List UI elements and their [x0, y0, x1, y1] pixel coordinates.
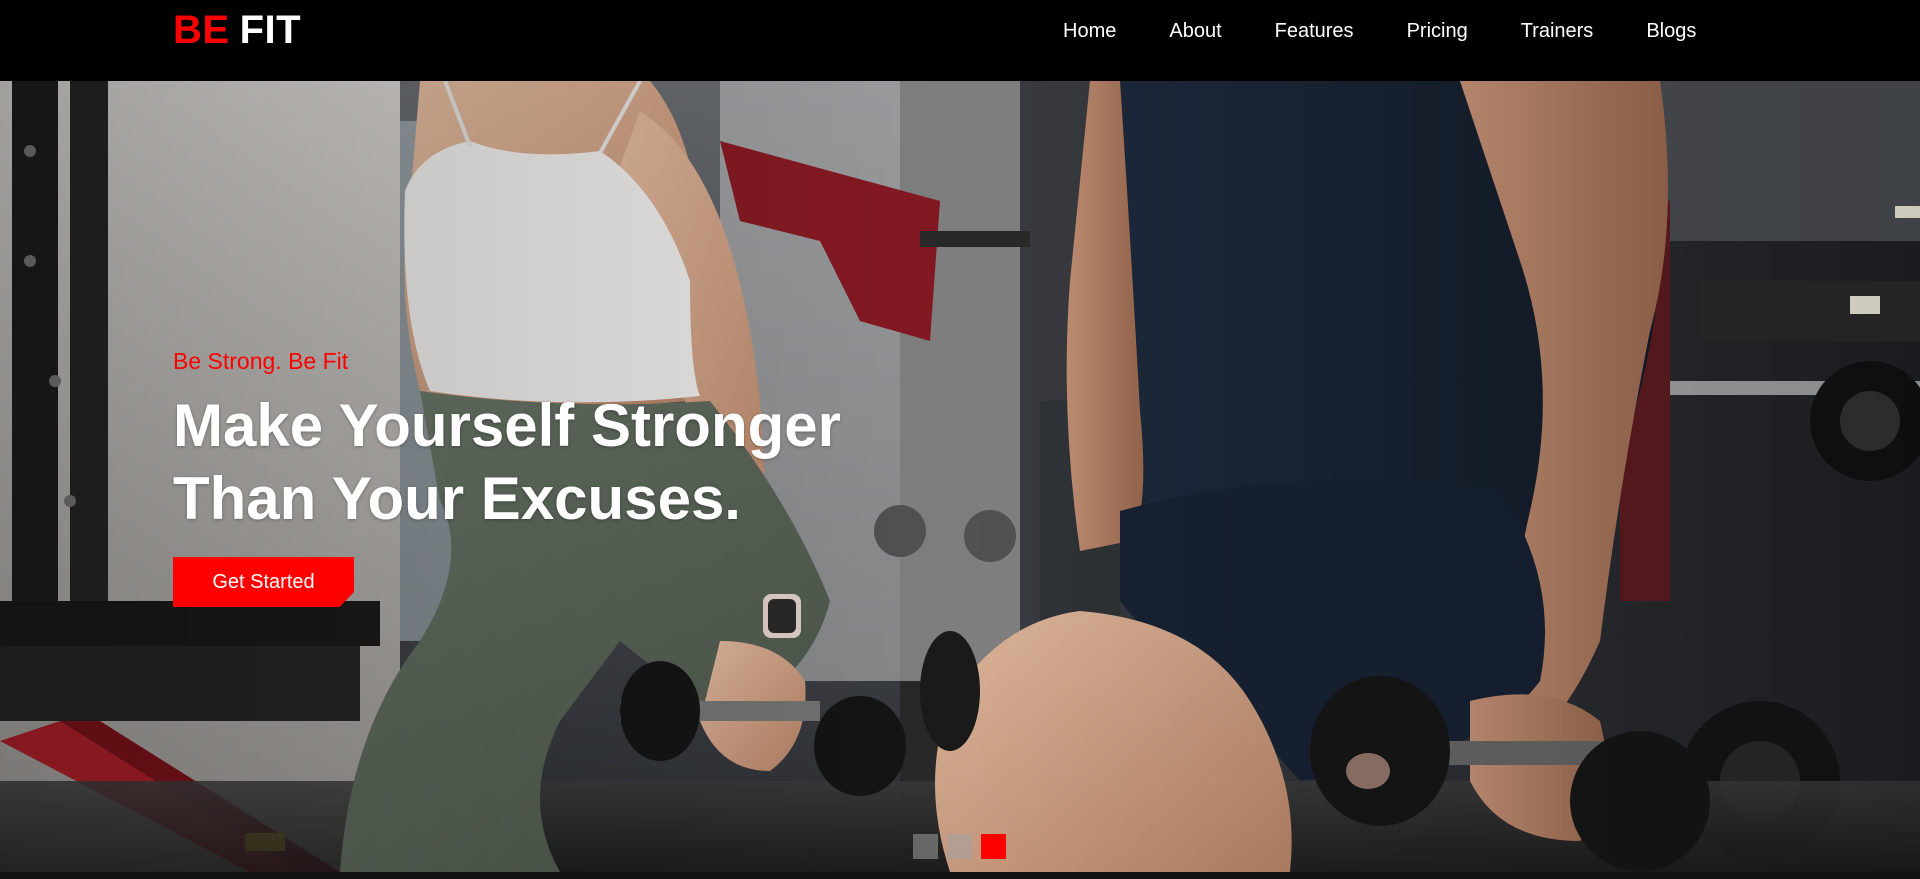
- hero-headline: Make Yourself Stronger Than Your Excuses…: [173, 389, 841, 535]
- carousel-indicators: [913, 834, 1006, 859]
- carousel-dot-2[interactable]: [947, 834, 972, 859]
- brand-logo-fit: FIT: [239, 8, 302, 52]
- bottom-edge: [0, 872, 1920, 879]
- nav-link-home[interactable]: Home: [1063, 18, 1116, 44]
- nav-link-about[interactable]: About: [1169, 18, 1221, 44]
- get-started-button[interactable]: Get Started: [173, 557, 354, 607]
- main-nav: Home About Features Pricing Trainers Blo…: [1063, 18, 1696, 44]
- nav-link-pricing[interactable]: Pricing: [1407, 18, 1468, 44]
- hero-headline-line1: Make Yourself Stronger: [173, 392, 841, 459]
- carousel-dot-3-active[interactable]: [981, 834, 1006, 859]
- nav-link-trainers[interactable]: Trainers: [1521, 18, 1594, 44]
- hero-headline-line2: Than Your Excuses.: [173, 465, 741, 532]
- hero-tagline: Be Strong. Be Fit: [173, 348, 349, 374]
- nav-link-features[interactable]: Features: [1275, 18, 1354, 44]
- hero-section: Be Strong. Be Fit Make Yourself Stronger…: [0, 81, 1920, 872]
- top-navbar: BE FIT Home About Features Pricing Traine…: [0, 0, 1920, 81]
- carousel-dot-1[interactable]: [913, 834, 938, 859]
- brand-logo-be: BE: [173, 8, 230, 52]
- brand-logo[interactable]: BE FIT: [173, 8, 301, 52]
- nav-link-blogs[interactable]: Blogs: [1646, 18, 1696, 44]
